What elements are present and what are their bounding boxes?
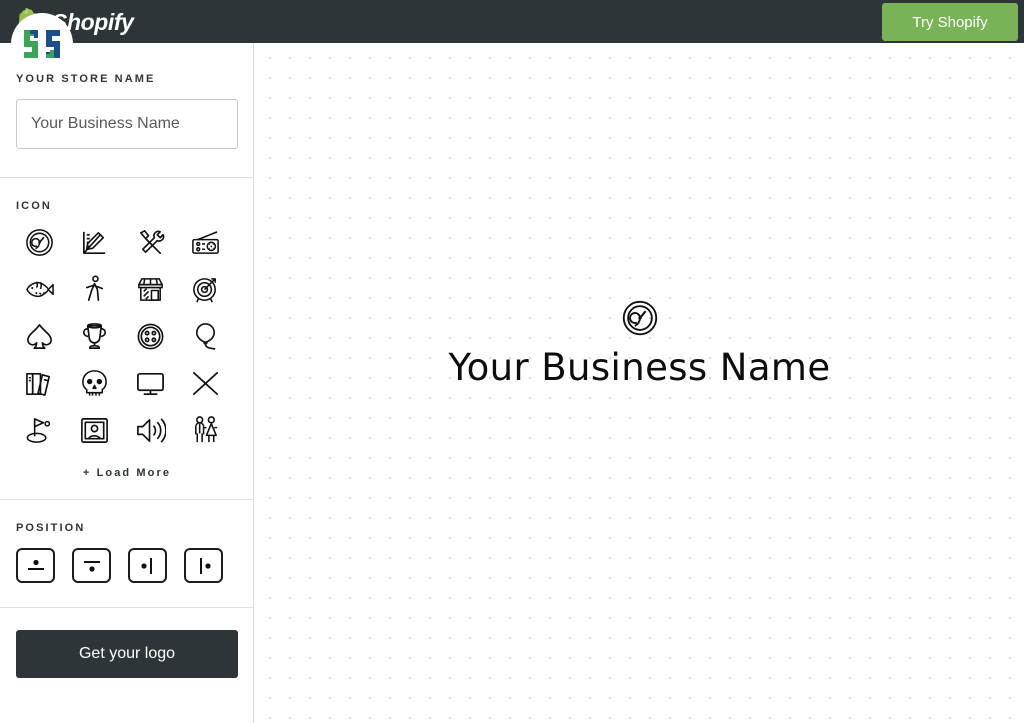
- skull-icon: [82, 370, 107, 396]
- storefront-icon: [137, 278, 163, 301]
- icon-option-hammer-wrench[interactable]: [127, 226, 173, 259]
- icon-grid: [16, 226, 238, 447]
- position-section: Position: [0, 500, 253, 607]
- icon-option-balloon[interactable]: [183, 320, 229, 353]
- icon-option-spade[interactable]: [16, 320, 62, 353]
- photo-frame-icon: [81, 418, 108, 443]
- walking-person-icon: [85, 275, 104, 301]
- icon-option-couple[interactable]: [183, 414, 229, 447]
- icon-section: Icon: [0, 178, 253, 499]
- icon-below-text-icon: [83, 560, 100, 572]
- icon-option-cross-x[interactable]: [183, 367, 229, 400]
- try-shopify-button[interactable]: Try Shopify: [882, 3, 1018, 41]
- icon-option-golf-flag[interactable]: [16, 414, 62, 447]
- icon-option-trophy[interactable]: [72, 320, 118, 353]
- ruler-pencil-icon: [83, 231, 106, 254]
- icon-option-speaker[interactable]: [127, 414, 173, 447]
- icon-option-sewing-button[interactable]: [127, 320, 173, 353]
- top-header-bar: Shopify Try Shopify: [0, 0, 1024, 43]
- couple-icon: [195, 416, 218, 443]
- radar-target-icon: [25, 229, 53, 256]
- store-name-input[interactable]: [16, 99, 238, 149]
- spade-icon: [26, 324, 52, 349]
- cta-section: Get your logo: [0, 608, 253, 678]
- cross-x-icon: [193, 371, 218, 396]
- icon-right-of-text-icon: [199, 557, 211, 574]
- position-section-label: Position: [16, 522, 86, 534]
- icon-option-fish[interactable]: [16, 273, 62, 306]
- store-name-label: Your Store Name: [16, 73, 156, 85]
- icon-option-storefront[interactable]: [127, 273, 173, 306]
- sewing-button-icon: [137, 323, 163, 350]
- icon-option-monitor[interactable]: [127, 367, 173, 400]
- load-more-icons-button[interactable]: + Load More: [16, 467, 238, 479]
- speaker-icon: [136, 418, 166, 443]
- logo-preview-canvas[interactable]: Your Business Name: [255, 43, 1024, 723]
- books-icon: [25, 372, 50, 396]
- icon-option-skull[interactable]: [72, 367, 118, 400]
- icon-section-label: Icon: [16, 200, 52, 212]
- store-name-section: Your Store Name: [0, 43, 253, 177]
- icon-option-walking-person[interactable]: [72, 273, 118, 306]
- hammer-wrench-icon: [139, 230, 164, 254]
- target-arrow-icon: [193, 278, 216, 303]
- trophy-icon: [82, 323, 107, 349]
- icon-option-photo-frame[interactable]: [72, 414, 118, 447]
- icon-option-radio[interactable]: [183, 226, 229, 259]
- shopify-brand[interactable]: Shopify: [14, 2, 134, 42]
- position-icon-above-text-button[interactable]: [16, 548, 55, 583]
- shopify-wordmark: Shopify: [52, 8, 134, 35]
- logo-maker-page: Shopify Try Shopify Your Store Name: [0, 0, 1024, 723]
- position-icon-right-of-text-button[interactable]: [184, 548, 223, 583]
- position-options: [16, 548, 237, 583]
- icon-left-of-text-icon: [140, 557, 152, 574]
- icon-above-text-icon: [27, 559, 44, 570]
- shopify-bag-icon: [18, 8, 36, 38]
- preview-business-name: Your Business Name: [448, 346, 831, 389]
- radio-icon: [192, 231, 219, 254]
- preview-radar-target-icon: [622, 300, 657, 336]
- icon-option-radar-target[interactable]: [16, 226, 62, 259]
- icon-option-target-arrow[interactable]: [183, 273, 229, 306]
- monitor-icon: [136, 372, 164, 396]
- icon-option-ruler-pencil[interactable]: [72, 226, 118, 259]
- sidebar-panel: Your Store Name Icon: [0, 43, 254, 723]
- icon-option-books[interactable]: [16, 367, 62, 400]
- position-icon-below-text-button[interactable]: [72, 548, 111, 583]
- logo-preview: Your Business Name: [255, 298, 1024, 389]
- balloon-icon: [195, 323, 216, 350]
- golf-flag-icon: [26, 418, 50, 443]
- fish-icon: [25, 281, 54, 298]
- get-your-logo-button[interactable]: Get your logo: [16, 630, 238, 678]
- position-icon-left-of-text-button[interactable]: [128, 548, 167, 583]
